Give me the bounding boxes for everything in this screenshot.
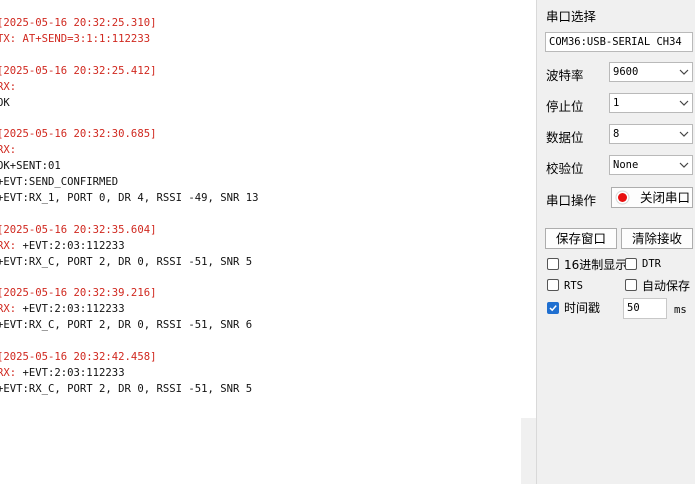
log-line: +EVT:RX_C, PORT 2, DR 0, RSSI -51, SNR 6 (0, 319, 253, 332)
databits-label: 数据位 (546, 130, 584, 145)
port-select-label: 串口选择 (546, 9, 597, 24)
log-line: OK+SENT:01 (0, 160, 61, 173)
parity-select-value: None (613, 159, 639, 171)
stopbits-select-value: 1 (613, 97, 620, 109)
chevron-down-icon (679, 69, 689, 75)
log-timestamp: [2025-05-16 20:32:39.216] (0, 287, 157, 300)
databits-select[interactable]: 8 (609, 124, 693, 144)
parity-select[interactable]: None (609, 155, 693, 175)
log-timestamp: [2025-05-16 20:32:42.458] (0, 350, 157, 363)
databits-select-value: 8 (613, 128, 620, 140)
hex-display-label: 16进制显示 (564, 258, 628, 272)
checkmark-icon (549, 305, 557, 312)
log-timestamp: [2025-05-16 20:32:25.412] (0, 64, 157, 77)
timeout-unit-label: ms (674, 304, 687, 316)
log-line-text: +EVT:2:03:112233 (16, 366, 125, 379)
log-line-text: +EVT:2:03:112233 (16, 303, 125, 316)
scrollbar-track-lower[interactable] (521, 418, 537, 484)
log-rx-prefix: RX: (0, 80, 17, 93)
port-select[interactable]: COM36:USB-SERIAL CH34 (545, 32, 693, 52)
auto-save-label: 自动保存 (642, 279, 691, 293)
dtr-checkbox[interactable] (625, 258, 637, 270)
chevron-down-icon (679, 100, 689, 106)
baud-label: 波特率 (546, 68, 584, 83)
log-blank-line (0, 47, 259, 63)
log-rx-prefix: RX: (0, 366, 17, 379)
timeout-input[interactable]: 50 (623, 298, 667, 319)
timestamp-label: 时间戳 (564, 301, 601, 315)
log-blank-line (0, 333, 259, 349)
log-line: +EVT:RX_C, PORT 2, DR 0, RSSI -51, SNR 5 (0, 255, 253, 268)
settings-panel: 串口选择 COM36:USB-SERIAL CH34 波特率 9600 停止位 … (537, 0, 695, 484)
log-blank-line (0, 270, 259, 286)
close-port-label: 关闭串口 (640, 190, 691, 205)
vertical-scrollbar[interactable] (521, 0, 537, 484)
log-line: RX: +EVT:2:03:112233 (0, 365, 259, 381)
stopbits-label: 停止位 (546, 99, 584, 114)
log-rx-prefix: RX: (0, 303, 17, 316)
chevron-down-icon (679, 162, 689, 168)
timestamp-checkbox[interactable] (547, 302, 559, 314)
log-line: RX: +EVT:2:03:112233 (0, 301, 259, 317)
log-line-text: +EVT:2:03:112233 (16, 239, 125, 252)
log-line: +EVT:RX_C, PORT 2, DR 0, RSSI -51, SNR 5 (0, 382, 253, 395)
log-timestamp: [2025-05-16 20:32:30.685] (0, 128, 157, 141)
log-blank-line (0, 111, 259, 127)
receive-log-area[interactable]: [2025-05-16 20:32:25.310] TX: AT+SEND=3:1… (0, 0, 521, 484)
baud-select-value: 9600 (613, 66, 639, 78)
stopbits-select[interactable]: 1 (609, 93, 693, 113)
log-timestamp: [2025-05-16 20:32:25.310] (0, 17, 157, 29)
baud-select[interactable]: 9600 (609, 62, 693, 82)
log-lines: [2025-05-16 20:32:25.310] TX: AT+SEND=3:1… (0, 15, 259, 397)
log-line: +EVT:SEND_CONFIRMED (0, 176, 119, 189)
port-select-value: COM36:USB-SERIAL CH34 (549, 36, 682, 48)
log-tx-line: TX: AT+SEND=3:1:1:112233 (0, 33, 151, 45)
port-op-label: 串口操作 (546, 193, 597, 208)
clear-receive-button[interactable]: 清除接收 (621, 228, 693, 249)
log-rx-prefix: RX: (0, 144, 17, 157)
close-port-button[interactable]: 关闭串口 (611, 187, 693, 208)
port-status-indicator-icon (615, 190, 630, 205)
save-window-button[interactable]: 保存窗口 (545, 228, 617, 249)
log-line: OK (0, 96, 10, 109)
log-timestamp: [2025-05-16 20:32:35.604] (0, 223, 157, 236)
chevron-down-icon (679, 131, 689, 137)
log-line: +EVT:RX_1, PORT 0, DR 4, RSSI -49, SNR 1… (0, 192, 259, 205)
log-line: RX: +EVT:2:03:112233 (0, 238, 259, 254)
rts-checkbox[interactable] (547, 279, 559, 291)
hex-display-checkbox[interactable] (547, 258, 559, 270)
log-blank-line (0, 206, 259, 222)
rts-label: RTS (564, 280, 583, 292)
dtr-label: DTR (642, 258, 661, 270)
log-rx-prefix: RX: (0, 239, 17, 252)
parity-label: 校验位 (546, 161, 584, 176)
auto-save-checkbox[interactable] (625, 279, 637, 291)
